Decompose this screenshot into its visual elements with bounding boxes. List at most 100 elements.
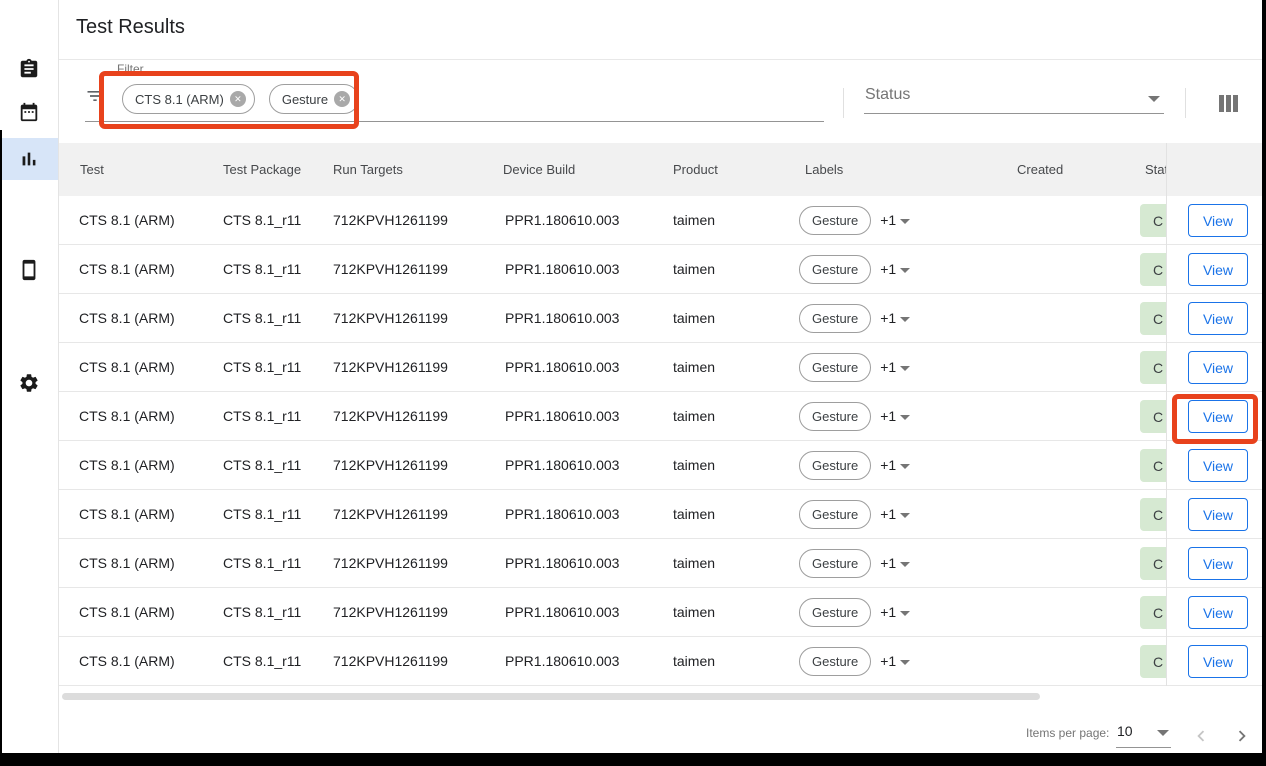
cell-labels: Gesture +1 — [799, 245, 910, 293]
cell-product: taimen — [673, 539, 715, 587]
table-row: CTS 8.1 (ARM) CTS 8.1_r11 712KPVH1261199… — [59, 343, 1262, 392]
more-labels-expander[interactable]: +1 — [880, 261, 910, 277]
more-labels-expander[interactable]: +1 — [880, 506, 910, 522]
chevron-down-icon — [900, 562, 910, 567]
filter-chip[interactable]: Gesture ✕ — [269, 84, 359, 114]
cell-status: C — [1140, 596, 1166, 629]
cell-device-build: PPR1.180610.003 — [505, 490, 619, 538]
view-button[interactable]: View — [1188, 351, 1248, 384]
filter-chip[interactable]: CTS 8.1 (ARM) ✕ — [122, 84, 255, 114]
table-row: CTS 8.1 (ARM) CTS 8.1_r11 712KPVH1261199… — [59, 637, 1262, 686]
label-chip[interactable]: Gesture — [799, 402, 871, 431]
table-header: Test Test Package Run Targets Device Bui… — [59, 143, 1262, 196]
cell-device-build: PPR1.180610.003 — [505, 196, 619, 244]
table-row: CTS 8.1 (ARM) CTS 8.1_r11 712KPVH1261199… — [59, 539, 1262, 588]
cancel-icon[interactable]: ✕ — [334, 91, 350, 107]
view-button[interactable]: View — [1188, 400, 1248, 433]
cell-product: taimen — [673, 588, 715, 636]
previous-page-button[interactable] — [1190, 725, 1212, 747]
cell-test-package: CTS 8.1_r11 — [223, 441, 301, 489]
cell-product: taimen — [673, 294, 715, 342]
sidebar-item-settings[interactable] — [0, 362, 58, 404]
view-button[interactable]: View — [1188, 302, 1248, 335]
cell-test-package: CTS 8.1_r11 — [223, 196, 301, 244]
cell-test-package: CTS 8.1_r11 — [223, 539, 301, 587]
table-body: CTS 8.1 (ARM) CTS 8.1_r11 712KPVH1261199… — [59, 196, 1262, 686]
cell-status: C — [1140, 645, 1166, 678]
table-row: CTS 8.1 (ARM) CTS 8.1_r11 712KPVH1261199… — [59, 588, 1262, 637]
view-button[interactable]: View — [1188, 253, 1248, 286]
more-labels-count: +1 — [880, 604, 896, 620]
items-per-page-label: Items per page: — [1026, 726, 1109, 740]
next-page-button[interactable] — [1231, 725, 1253, 747]
cell-test: CTS 8.1 (ARM) — [79, 588, 175, 636]
column-header-test: Test — [80, 143, 104, 196]
filter-chip-label: CTS 8.1 (ARM) — [135, 92, 224, 107]
toolbar-divider — [1185, 88, 1186, 118]
cell-action: View — [1166, 343, 1262, 391]
cell-device-build: PPR1.180610.003 — [505, 441, 619, 489]
chevron-down-icon — [900, 415, 910, 420]
chevron-down-icon — [900, 366, 910, 371]
label-chip[interactable]: Gesture — [799, 500, 871, 529]
more-labels-expander[interactable]: +1 — [880, 212, 910, 228]
status-dropdown[interactable]: Status — [865, 86, 1165, 116]
status-badge: C — [1140, 449, 1166, 482]
column-settings-button[interactable] — [1211, 86, 1245, 120]
label-chip[interactable]: Gesture — [799, 647, 871, 676]
cell-product: taimen — [673, 637, 715, 685]
filter-chip-label: Gesture — [282, 92, 328, 107]
chevron-down-icon — [900, 317, 910, 322]
sidebar — [0, 0, 59, 753]
cell-run-targets: 712KPVH1261199 — [333, 343, 448, 391]
cell-test: CTS 8.1 (ARM) — [79, 637, 175, 685]
cell-action: View — [1166, 294, 1262, 342]
column-header-product: Product — [673, 143, 718, 196]
view-button[interactable]: View — [1188, 498, 1248, 531]
cell-action: View — [1166, 392, 1262, 440]
filter-input[interactable]: CTS 8.1 (ARM) ✕ Gesture ✕ — [122, 84, 359, 114]
cell-test: CTS 8.1 (ARM) — [79, 245, 175, 293]
view-button[interactable]: View — [1188, 204, 1248, 237]
chevron-down-icon — [900, 660, 910, 665]
label-chip[interactable]: Gesture — [799, 549, 871, 578]
label-chip[interactable]: Gesture — [799, 206, 871, 235]
more-labels-count: +1 — [880, 408, 896, 424]
more-labels-expander[interactable]: +1 — [880, 457, 910, 473]
view-button[interactable]: View — [1188, 645, 1248, 678]
sidebar-item-devices[interactable] — [0, 249, 58, 291]
cell-labels: Gesture +1 — [799, 637, 910, 685]
label-chip[interactable]: Gesture — [799, 255, 871, 284]
label-chip[interactable]: Gesture — [799, 451, 871, 480]
more-labels-expander[interactable]: +1 — [880, 408, 910, 424]
view-button[interactable]: View — [1188, 449, 1248, 482]
view-button[interactable]: View — [1188, 596, 1248, 629]
cell-run-targets: 712KPVH1261199 — [333, 196, 448, 244]
cell-device-build: PPR1.180610.003 — [505, 392, 619, 440]
cell-test: CTS 8.1 (ARM) — [79, 490, 175, 538]
label-chip[interactable]: Gesture — [799, 304, 871, 333]
cell-device-build: PPR1.180610.003 — [505, 539, 619, 587]
more-labels-expander[interactable]: +1 — [880, 359, 910, 375]
sidebar-item-test-results[interactable] — [0, 138, 58, 180]
label-chip[interactable]: Gesture — [799, 598, 871, 627]
cell-device-build: PPR1.180610.003 — [505, 294, 619, 342]
filter-list-icon — [85, 86, 105, 106]
cell-product: taimen — [673, 343, 715, 391]
label-chip[interactable]: Gesture — [799, 353, 871, 382]
filter-field-label: Filter — [117, 62, 144, 76]
more-labels-expander[interactable]: +1 — [880, 555, 910, 571]
sidebar-item-schedule[interactable] — [0, 91, 58, 133]
status-badge: C — [1140, 351, 1166, 384]
more-labels-expander[interactable]: +1 — [880, 653, 910, 669]
toolbar-divider — [843, 88, 844, 118]
sidebar-item-tests[interactable] — [0, 48, 58, 90]
table-row: CTS 8.1 (ARM) CTS 8.1_r11 712KPVH1261199… — [59, 245, 1262, 294]
status-badge: C — [1140, 400, 1166, 433]
cancel-icon[interactable]: ✕ — [230, 91, 246, 107]
more-labels-expander[interactable]: +1 — [880, 604, 910, 620]
view-button[interactable]: View — [1188, 547, 1248, 580]
horizontal-scrollbar[interactable] — [62, 693, 1040, 700]
more-labels-expander[interactable]: +1 — [880, 310, 910, 326]
top-bar: Test Results — [59, 0, 1262, 60]
